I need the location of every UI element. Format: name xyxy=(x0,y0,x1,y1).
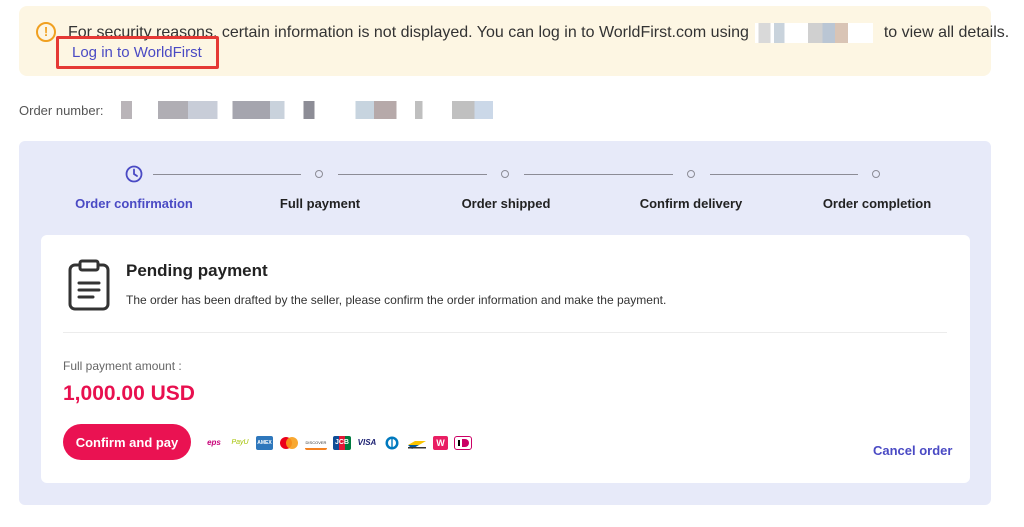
masked-account xyxy=(755,23,874,43)
step-dot xyxy=(315,170,323,178)
amex-icon: AMEX xyxy=(256,436,273,450)
confirm-and-pay-button[interactable]: Confirm and pay xyxy=(63,424,191,460)
ideal-icon xyxy=(454,436,472,450)
diners-icon xyxy=(383,436,401,450)
payment-card: Pending payment The order has been draft… xyxy=(41,235,970,483)
step-connector xyxy=(524,174,673,175)
step-order-confirmation: Order confirmation xyxy=(75,196,193,211)
clipboard-icon xyxy=(68,259,110,311)
cancel-order-link[interactable]: Cancel order xyxy=(873,443,952,458)
step-dot xyxy=(872,170,880,178)
clock-icon xyxy=(125,165,143,183)
eps-icon: eps xyxy=(207,438,221,447)
visa-icon: VISA xyxy=(357,438,377,447)
amount-label: Full payment amount : xyxy=(63,359,182,373)
step-order-completion: Order completion xyxy=(822,196,932,211)
mastercard-icon xyxy=(279,436,299,450)
step-dot xyxy=(501,170,509,178)
card-title: Pending payment xyxy=(126,261,268,280)
step-connector xyxy=(338,174,487,175)
step-full-payment: Full payment xyxy=(279,196,361,211)
warning-circle-icon: ! xyxy=(36,22,56,42)
step-connector xyxy=(153,174,301,175)
order-panel: Order confirmation Full payment Order sh… xyxy=(19,141,991,505)
order-number-masked xyxy=(121,101,494,119)
bancontact-icon xyxy=(407,436,427,450)
card-description: The order has been drafted by the seller… xyxy=(126,293,667,307)
payment-amount: 1,000.00 USD xyxy=(63,382,195,405)
divider xyxy=(63,332,947,333)
discover-icon: DISCOVER xyxy=(305,436,327,450)
security-message-end: to view all details. xyxy=(883,24,1010,42)
payu-icon: PayU xyxy=(231,439,249,446)
step-order-shipped: Order shipped xyxy=(461,196,551,211)
step-dot xyxy=(687,170,695,178)
order-number: Order number: xyxy=(19,101,494,119)
jcb-icon: JCB xyxy=(333,436,351,450)
progress-steps: Order confirmation Full payment Order sh… xyxy=(19,141,991,231)
step-confirm-delivery: Confirm delivery xyxy=(639,196,743,211)
order-number-label: Order number: xyxy=(19,102,104,118)
login-worldfirst-link[interactable]: Log in to WorldFirst xyxy=(56,36,219,69)
step-connector xyxy=(710,174,858,175)
wechat-icon: W xyxy=(433,436,448,450)
payment-methods: eps PayU AMEX DISCOVER JCB VISA W xyxy=(204,434,472,452)
